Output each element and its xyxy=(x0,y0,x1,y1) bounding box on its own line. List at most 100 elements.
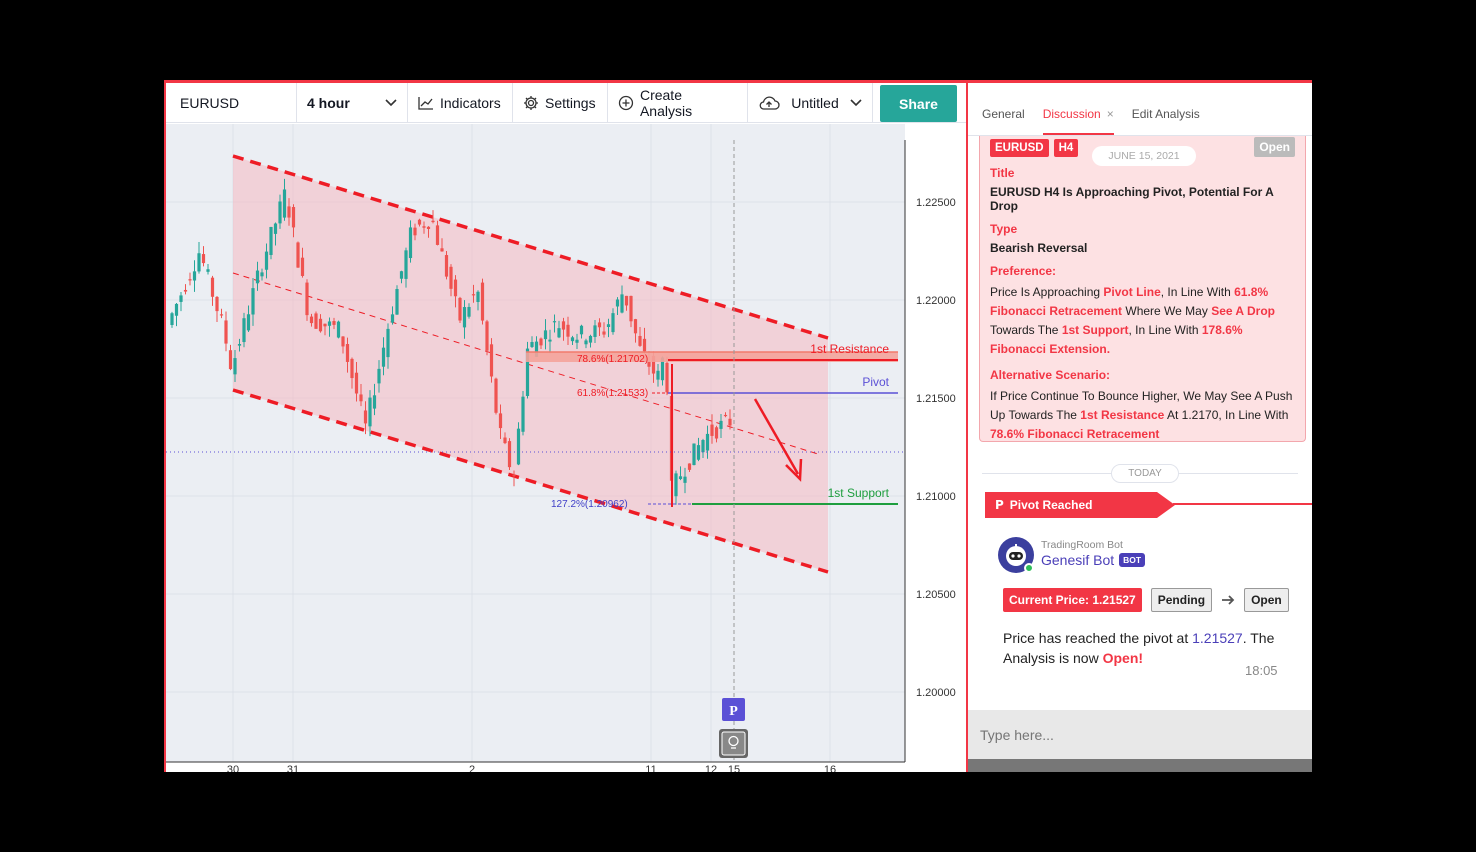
from-status-badge: Pending xyxy=(1150,588,1213,612)
title-label: Title xyxy=(990,166,1015,180)
candle-up xyxy=(467,306,471,317)
app-window: EURUSD 4 hour Indicators Settings Create… xyxy=(164,80,1312,772)
gear-icon xyxy=(524,95,538,110)
candle-up xyxy=(197,253,201,272)
candle-down xyxy=(498,413,503,429)
symbol-selector[interactable]: EURUSD xyxy=(164,83,297,122)
arrow-right-icon xyxy=(1222,595,1235,605)
candle-up xyxy=(242,318,246,343)
bot-name-label: Genesif Bot xyxy=(1041,552,1115,568)
candle-down xyxy=(323,323,327,327)
price-axis-label: 1.21000 xyxy=(916,491,956,503)
price-axis-label: 1.21500 xyxy=(916,393,956,405)
candle-up xyxy=(584,340,588,345)
share-button[interactable]: Share xyxy=(880,85,957,122)
candle-down xyxy=(597,322,602,328)
time-axis-label: 2 xyxy=(469,764,475,772)
chart-line-icon xyxy=(418,96,433,110)
message-time: 18:05 xyxy=(1245,663,1278,678)
candle-down xyxy=(665,362,669,393)
candle-up xyxy=(521,396,525,432)
candle-down xyxy=(422,226,426,228)
fib-786-label: 78.6%(1.21702) xyxy=(577,354,648,365)
chart-canvas[interactable]: 1.22500 1.22000 1.21500 1.21000 1.20500 1.200… xyxy=(164,124,966,772)
card-date: JUNE 15, 2021 xyxy=(1092,146,1196,166)
chevron-down-icon xyxy=(850,98,862,106)
price-axis-label: 1.20000 xyxy=(916,687,956,699)
candle-down xyxy=(300,257,305,276)
candle-down xyxy=(350,358,354,379)
create-analysis-label: Create Analysis xyxy=(639,86,693,119)
candle-down xyxy=(489,344,494,377)
candle-up xyxy=(237,344,242,346)
price-axis-label: 1.22000 xyxy=(916,295,956,307)
candle-down xyxy=(413,227,417,236)
candle-down xyxy=(453,279,458,297)
close-icon[interactable]: × xyxy=(1107,107,1114,121)
layout-dropdown[interactable]: Untitled xyxy=(748,83,873,122)
candle-up xyxy=(206,269,210,272)
candle-up xyxy=(593,325,597,337)
to-status-badge: Open xyxy=(1244,588,1289,612)
tab-discussion[interactable]: Discussion × xyxy=(1042,107,1114,135)
candle-up xyxy=(381,347,386,367)
candle-up xyxy=(255,270,260,284)
candle-up xyxy=(719,420,723,429)
tab-edit-analysis[interactable]: Edit Analysis xyxy=(1132,107,1200,135)
share-label: Share xyxy=(899,95,938,112)
candle-down xyxy=(291,207,296,228)
lightbulb-button-inner xyxy=(721,731,746,756)
candle-down xyxy=(494,378,498,413)
candle-up xyxy=(170,313,174,326)
status-badge: Open xyxy=(1254,137,1295,157)
candle-up xyxy=(462,307,467,328)
candle-up xyxy=(377,368,381,384)
indicators-button[interactable]: Indicators xyxy=(408,83,513,122)
candle-down xyxy=(354,372,359,394)
candle-down xyxy=(341,336,345,347)
settings-button[interactable]: Settings xyxy=(513,83,608,122)
candle-down xyxy=(561,321,566,330)
interval-dropdown[interactable]: 4 hour xyxy=(297,83,408,122)
highlight-pivot-line: Pivot Line xyxy=(1103,285,1161,299)
candle-up xyxy=(575,339,579,343)
chevron-down-icon xyxy=(385,98,397,106)
preference-text: Price Is Approaching Pivot Line, In Line… xyxy=(990,283,1295,359)
candle-up xyxy=(570,337,575,342)
candle-up xyxy=(327,321,332,326)
candle-down xyxy=(215,296,219,312)
candle-up xyxy=(656,370,660,380)
candle-up xyxy=(683,476,687,483)
candle-down xyxy=(201,254,206,264)
tab-general[interactable]: General xyxy=(982,107,1025,135)
time-axis-label: 30 xyxy=(227,764,239,772)
candle-up xyxy=(390,314,395,323)
timeframe-badge: H4 xyxy=(1053,139,1079,157)
symbol-label: EURUSD xyxy=(180,94,240,111)
time-axis-label: 31 xyxy=(287,764,299,772)
create-analysis-button[interactable]: Create Analysis xyxy=(608,83,748,122)
chart-toolbar: EURUSD 4 hour Indicators Settings Create… xyxy=(164,83,966,123)
candle-down xyxy=(224,320,228,344)
price-chart[interactable]: 1.22500 1.22000 1.21500 1.21000 1.20500 1.200… xyxy=(164,124,966,772)
candle-down xyxy=(503,437,507,444)
support-label: 1st Support xyxy=(828,486,890,500)
candle-up xyxy=(516,428,521,465)
candle-down xyxy=(318,318,323,332)
candle-up xyxy=(179,295,183,302)
candle-down xyxy=(624,295,629,306)
bot-name[interactable]: Genesif Bot BOT xyxy=(1041,552,1146,568)
candle-down xyxy=(188,279,192,281)
candle-up xyxy=(530,342,534,347)
pivot-reached-banner: 𝗣 Pivot Reached xyxy=(985,492,1175,518)
candle-down xyxy=(305,282,309,316)
candle-up xyxy=(368,397,372,427)
candle-up xyxy=(476,291,480,302)
message-input[interactable] xyxy=(980,726,1280,743)
today-label: TODAY xyxy=(1111,464,1179,483)
candle-down xyxy=(435,225,440,245)
candle-up xyxy=(233,358,237,375)
fib-618-label: 61.8%(1.21533) xyxy=(577,388,648,399)
tab-discussion-label: Discussion xyxy=(1042,107,1101,121)
message-input-bar xyxy=(968,710,1312,759)
